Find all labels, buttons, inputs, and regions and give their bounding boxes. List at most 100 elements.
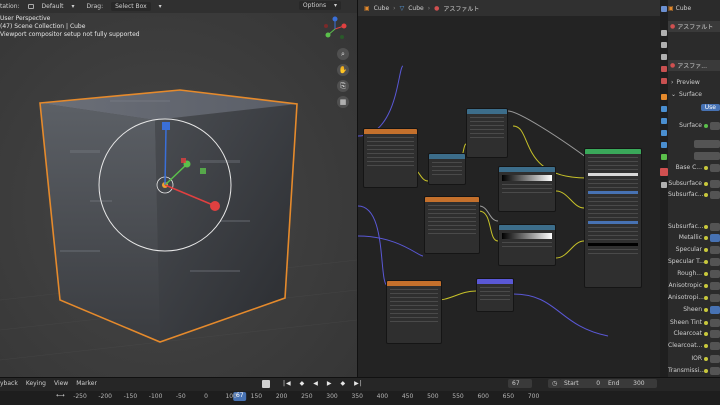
shader-input-value[interactable] (710, 293, 720, 302)
timeline-ruler[interactable]: ⟷ -250 -200 -150 -100 -50 0 67 100 150 200 250 300 3… (0, 391, 720, 405)
view-layer-icon[interactable] (661, 54, 667, 60)
shader-input-value[interactable] (710, 190, 720, 199)
node-converter[interactable] (466, 108, 508, 158)
menu-playback[interactable]: yback (0, 380, 18, 387)
shader-input-label: Sheen Tint (669, 319, 702, 326)
shader-input-label: IOR (691, 355, 702, 362)
world-icon[interactable] (661, 78, 667, 84)
shader-input-value[interactable] (710, 245, 720, 254)
shader-input-value[interactable] (710, 366, 720, 375)
material-slot-list[interactable]: ● アスファルト (668, 21, 720, 32)
ruler-nav-icon[interactable]: ⟷ (56, 392, 65, 399)
scene-collection-text: (47) Scene Collection | Cube (0, 23, 86, 30)
grid-view-icon[interactable]: ▦ (337, 96, 349, 108)
node-color-ramp-2[interactable] (498, 224, 556, 266)
socket-dot (704, 259, 708, 264)
node-principled-bsdf[interactable] (584, 148, 642, 288)
shader-input-value[interactable] (710, 354, 720, 363)
play-icon[interactable]: ▶ (327, 380, 333, 387)
shader-input-value[interactable] (710, 233, 720, 242)
shader-input-label: Specular T... (668, 258, 704, 265)
node-color-ramp-1[interactable] (498, 166, 556, 212)
menu-view[interactable]: View (54, 380, 68, 387)
shader-input-value[interactable] (710, 305, 720, 314)
record-button[interactable] (262, 379, 270, 388)
shader-input-value[interactable] (710, 179, 720, 188)
navigation-gizmo[interactable] (322, 16, 348, 42)
particles-icon[interactable] (661, 118, 667, 124)
shader-input-row: Subsurfac... (668, 221, 720, 232)
material-tab-icon[interactable] (660, 168, 668, 176)
socket-dot (704, 320, 708, 325)
end-frame-field[interactable]: End 300 (604, 379, 657, 388)
shader-input-value[interactable] (710, 163, 720, 172)
subsurface-method-dropdown[interactable] (694, 151, 720, 160)
material-selector[interactable]: ● アスファ... (668, 60, 720, 71)
output-icon[interactable] (661, 42, 667, 48)
drag-selector[interactable]: Drag: Select Box ▾ (87, 2, 168, 11)
orientation-selector[interactable]: tation: Default ▾ (0, 3, 81, 10)
preview-section-header[interactable]: › Preview (668, 77, 720, 88)
options-label: Options (302, 2, 327, 9)
options-button[interactable]: Options ▾ (298, 1, 341, 10)
breadcrumb-object[interactable]: Cube (374, 5, 390, 12)
scene-icon[interactable] (661, 66, 667, 72)
texture-icon[interactable] (661, 182, 667, 188)
shader-input-value[interactable] (710, 269, 720, 278)
menu-keying[interactable]: Keying (26, 380, 46, 387)
hand-pan-icon[interactable]: ✋ (337, 64, 349, 76)
breadcrumb-mesh[interactable]: Cube (408, 5, 424, 12)
shader-input-label: Subsurfac... (668, 223, 704, 230)
physics-icon[interactable] (661, 130, 667, 136)
shader-input-label: Metallic (678, 234, 702, 241)
use-nodes-button[interactable]: Use (700, 104, 720, 111)
jump-end-icon[interactable]: ▶| (354, 380, 363, 387)
camera-icon[interactable]: ⎘ (337, 80, 349, 92)
zoom-icon[interactable]: ⌕ (337, 48, 349, 60)
socket-dot (704, 224, 708, 229)
shader-input-label: Base C... (675, 164, 702, 171)
ruler-tick-label: 100 (225, 393, 237, 400)
tool-icon[interactable] (661, 6, 667, 12)
chevron-right-icon: › (671, 79, 674, 86)
shader-input-value[interactable] (710, 341, 720, 350)
node-color-ramp-small[interactable] (428, 153, 466, 185)
3d-viewport[interactable]: tation: Default ▾ Drag: Select Box ▾ Opt… (0, 0, 357, 377)
distribution-dropdown[interactable] (694, 139, 720, 148)
viewport-canvas[interactable] (0, 0, 357, 377)
node-image-texture-1[interactable] (363, 128, 418, 188)
shader-node-editor[interactable]: ▣ Cube › ▽ Cube › ● アスファルト (357, 0, 660, 377)
object-properties-icon[interactable] (661, 94, 667, 100)
material-selector-value: アスファ... (677, 63, 707, 70)
shader-input-value[interactable] (710, 329, 720, 338)
timeline-editor: yback Keying View Marker |◀ ◆ ◀ ▶ ◆ ▶| 67 ◷ S… (0, 377, 720, 405)
ruler-tick-label: 350 (351, 393, 363, 400)
constraints-icon[interactable] (661, 142, 667, 148)
current-frame-field[interactable]: 67 (508, 379, 532, 388)
shader-input-value[interactable] (710, 281, 720, 290)
shader-input-value[interactable] (710, 222, 720, 231)
jump-start-icon[interactable]: |◀ (283, 380, 292, 387)
ruler-tick-label: -150 (123, 393, 138, 400)
prev-key-icon[interactable]: ◆ (300, 380, 306, 387)
menu-marker[interactable]: Marker (76, 380, 97, 387)
play-reverse-icon[interactable]: ◀ (313, 380, 319, 387)
data-icon[interactable] (661, 154, 667, 160)
node-header (364, 129, 417, 134)
orientation-icon (27, 4, 34, 9)
shader-input-value[interactable] (710, 318, 720, 327)
breadcrumb-material[interactable]: アスファルト (443, 4, 479, 13)
next-key-icon[interactable]: ◆ (341, 380, 347, 387)
surface-section-header[interactable]: ⌄ Surface (668, 89, 720, 100)
material-icon: ● (434, 4, 440, 12)
modifier-icon[interactable] (661, 106, 667, 112)
shader-input-value[interactable] (710, 257, 720, 266)
node-normal-map[interactable] (476, 278, 514, 312)
node-image-texture-3[interactable] (386, 280, 442, 344)
surface-shader-value[interactable] (710, 121, 720, 130)
shader-input-row: Specular (668, 244, 720, 255)
socket-dot (704, 295, 708, 300)
render-icon[interactable] (661, 30, 667, 36)
node-image-texture-2[interactable] (424, 196, 480, 254)
socket-dot (704, 343, 708, 348)
